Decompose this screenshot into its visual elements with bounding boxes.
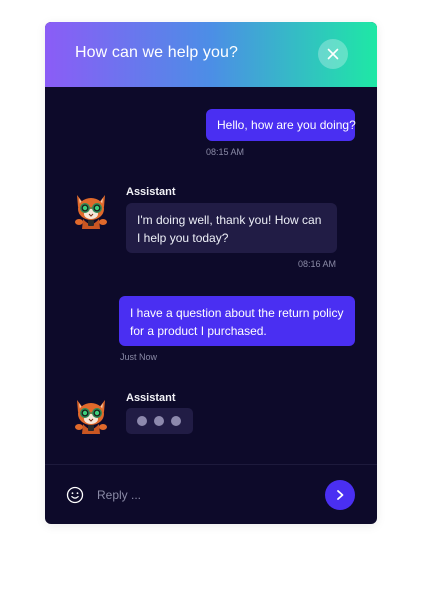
user-message: Hello, how are you doing? — [206, 109, 356, 141]
chevron-right-icon — [337, 490, 344, 500]
send-button[interactable] — [325, 480, 355, 510]
reply-input[interactable] — [97, 484, 317, 506]
assistant-message: I'm doing well, thank you! How can I hel… — [126, 203, 337, 253]
chat-header: How can we help you? — [45, 22, 377, 87]
message-text: Hello, how are you doing? — [217, 118, 356, 132]
assistant-avatar — [75, 195, 107, 229]
typing-dot — [154, 416, 164, 426]
typing-indicator — [126, 408, 193, 434]
close-icon — [327, 48, 339, 60]
message-text: I have a question about the return polic… — [130, 306, 344, 338]
emoji-button[interactable] — [66, 486, 84, 504]
user-message: I have a question about the return polic… — [119, 296, 355, 346]
assistant-avatar — [75, 400, 107, 434]
message-timestamp: Just Now — [120, 352, 158, 362]
close-button[interactable] — [318, 39, 348, 69]
message-timestamp: 08:15 AM — [206, 147, 245, 157]
chat-title: How can we help you? — [75, 44, 238, 61]
composer-divider — [45, 464, 377, 465]
sender-name: Assistant — [126, 392, 176, 404]
typing-dot — [137, 416, 147, 426]
chat-widget: How can we help you? Hello, how are you … — [45, 22, 377, 524]
typing-dot — [171, 416, 181, 426]
sender-name: Assistant — [126, 186, 176, 198]
message-text: I'm doing well, thank you! How can I hel… — [137, 213, 322, 245]
message-timestamp: 08:16 AM — [298, 259, 337, 269]
smiley-icon — [66, 486, 84, 504]
